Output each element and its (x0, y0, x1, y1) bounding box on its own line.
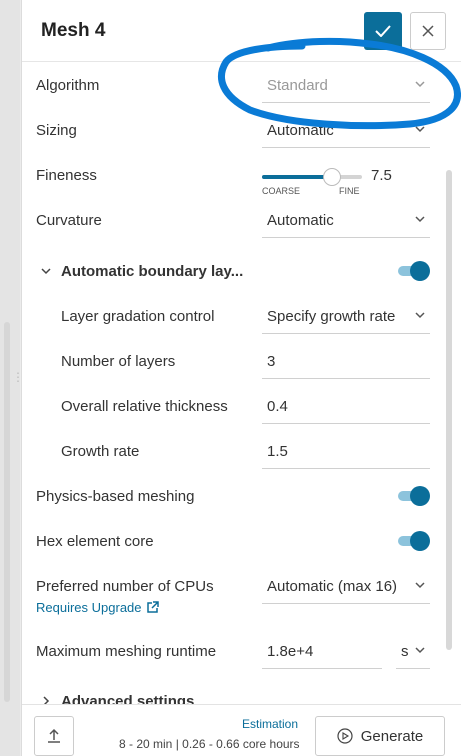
confirm-button[interactable] (364, 12, 402, 50)
num-layers-row: Number of layers 3 (22, 339, 452, 383)
sizing-label: Sizing (36, 122, 77, 139)
chevron-down-icon (415, 216, 425, 223)
physics-meshing-toggle[interactable] (398, 486, 430, 506)
runtime-row: Maximum meshing runtime 1.8e+4 s (22, 629, 452, 673)
physics-meshing-label: Physics-based meshing (36, 488, 195, 505)
estimation-link[interactable]: Estimation (242, 717, 298, 731)
runtime-value: 1.8e+4 (267, 643, 314, 660)
hex-core-toggle[interactable] (398, 531, 430, 551)
panel-footer: Estimation 8 - 20 min | 0.26 - 0.66 core… (22, 704, 461, 756)
overall-thickness-row: Overall relative thickness 0.4 (22, 384, 452, 428)
left-scrollbar[interactable] (4, 322, 10, 702)
layer-gradation-label: Layer gradation control (61, 308, 215, 325)
requires-upgrade-text: Requires Upgrade (36, 600, 142, 615)
settings-list: Algorithm Standard Sizing Automatic Fine… (22, 63, 452, 706)
boundary-layers-toggle[interactable] (398, 261, 430, 281)
algorithm-select[interactable]: Standard (262, 69, 430, 103)
slider-coarse-label: COARSE (262, 186, 301, 196)
overall-thickness-label: Overall relative thickness (61, 398, 228, 415)
external-link-icon (146, 601, 159, 613)
toggle-knob (410, 531, 430, 551)
physics-meshing-row: Physics-based meshing (22, 474, 452, 518)
hex-core-label: Hex element core (36, 533, 154, 550)
slider-fill (262, 175, 332, 179)
estimation-text: 8 - 20 min | 0.26 - 0.66 core hours (119, 737, 300, 751)
fineness-label: Fineness (36, 167, 97, 184)
hex-core-row: Hex element core (22, 519, 452, 563)
resize-handle[interactable]: ⋮⋮ (12, 371, 36, 394)
curvature-label: Curvature (36, 212, 102, 229)
runtime-label: Maximum meshing runtime (36, 643, 217, 660)
boundary-layers-header[interactable]: Automatic boundary lay... (22, 249, 452, 293)
fineness-row: Fineness COARSE FINE 7.5 (22, 153, 452, 197)
requires-upgrade-link[interactable]: Requires Upgrade (36, 600, 159, 615)
play-circle-icon (337, 728, 353, 744)
algorithm-label: Algorithm (36, 77, 100, 94)
check-icon (375, 25, 391, 37)
num-layers-value: 3 (267, 353, 276, 370)
close-button[interactable] (410, 12, 446, 50)
upload-button[interactable] (34, 716, 74, 756)
generate-label: Generate (360, 727, 424, 745)
algorithm-row: Algorithm Standard (22, 63, 452, 107)
chevron-down-icon[interactable] (40, 265, 52, 277)
close-icon (422, 25, 434, 37)
layer-gradation-value: Specify growth rate (267, 308, 396, 325)
fineness-value: 7.5 (371, 167, 392, 184)
growth-rate-value: 1.5 (267, 443, 288, 460)
runtime-input[interactable]: 1.8e+4 (262, 635, 382, 669)
panel-header: Mesh 4 (22, 0, 461, 62)
chevron-down-icon (415, 126, 425, 133)
chevron-down-icon (415, 81, 425, 88)
panel-title: Mesh 4 (41, 20, 106, 41)
runtime-unit: s (401, 643, 409, 660)
chevron-down-icon (415, 647, 425, 654)
num-layers-label: Number of layers (61, 353, 176, 370)
slider-fine-label: FINE (339, 186, 360, 196)
layer-gradation-select[interactable]: Specify growth rate (262, 300, 430, 334)
generate-button[interactable]: Generate (315, 716, 445, 756)
cpus-value: Automatic (max 16) (267, 578, 398, 595)
boundary-layers-label: Automatic boundary lay... (61, 263, 244, 280)
curvature-value: Automatic (267, 212, 334, 229)
slider-knob[interactable] (323, 168, 341, 186)
mesh-settings-panel: Mesh 4 Algorithm Standard Sizing Automat… (21, 0, 461, 756)
growth-rate-label: Growth rate (61, 443, 140, 460)
curvature-select[interactable]: Automatic (262, 204, 430, 238)
sizing-value: Automatic (267, 122, 334, 139)
overall-thickness-value: 0.4 (267, 398, 288, 415)
num-layers-input[interactable]: 3 (262, 345, 430, 379)
toggle-knob (410, 261, 430, 281)
cpus-label: Preferred number of CPUs (36, 578, 214, 595)
cpus-select[interactable]: Automatic (max 16) (262, 570, 430, 604)
growth-rate-row: Growth rate 1.5 (22, 429, 452, 473)
growth-rate-input[interactable]: 1.5 (262, 435, 430, 469)
overall-thickness-input[interactable]: 0.4 (262, 390, 430, 424)
layer-gradation-row: Layer gradation control Specify growth r… (22, 294, 452, 338)
chevron-down-icon (415, 582, 425, 589)
chevron-down-icon (415, 312, 425, 319)
sizing-select[interactable]: Automatic (262, 114, 430, 148)
toggle-knob (410, 486, 430, 506)
sizing-row: Sizing Automatic (22, 108, 452, 152)
upload-icon (48, 728, 60, 743)
curvature-row: Curvature Automatic (22, 198, 452, 242)
fineness-slider[interactable] (262, 168, 362, 187)
panel-scrollbar[interactable] (446, 170, 452, 650)
runtime-unit-select[interactable]: s (396, 635, 430, 669)
algorithm-value: Standard (267, 77, 328, 94)
